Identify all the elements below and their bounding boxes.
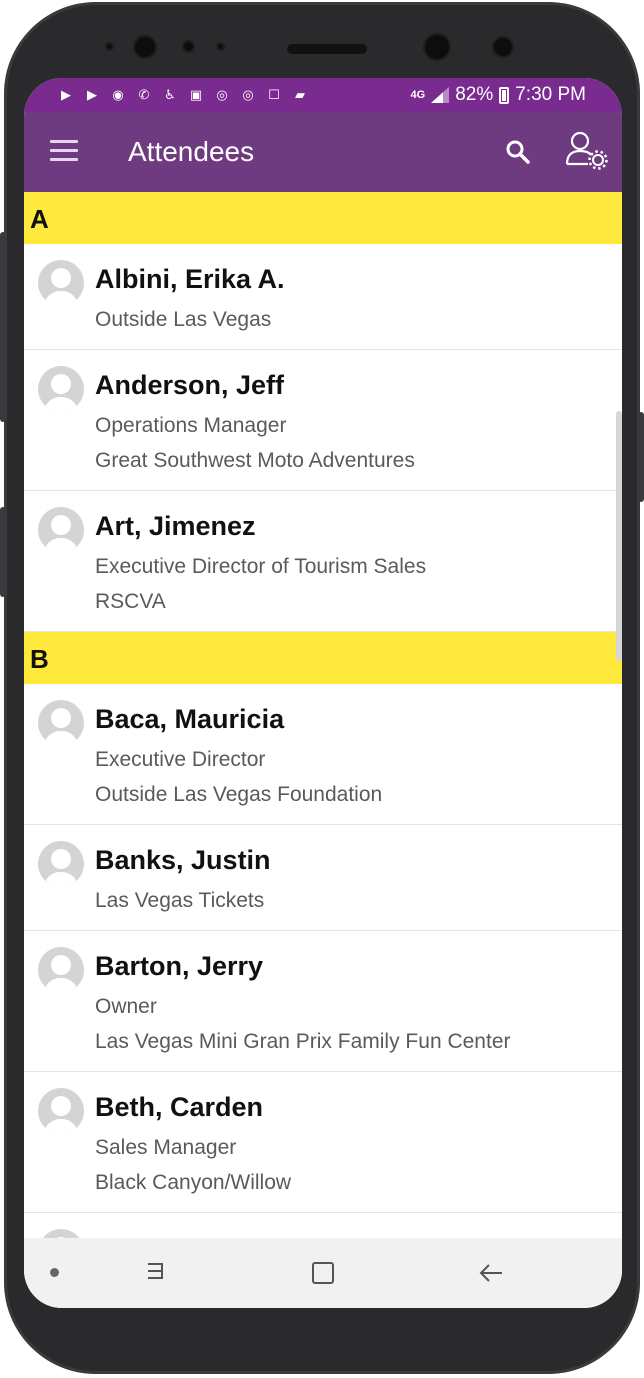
attendee-name: Albini, Erika A.	[95, 264, 285, 294]
notification-icons: ▶ ▶ ◉ ✆ ♿ ▣ ◎ ◎ ☐ ▰	[56, 86, 310, 104]
recent-apps-icon[interactable]	[140, 1258, 170, 1288]
bixby-button	[0, 507, 6, 597]
attendee-name: Anderson, Jeff	[95, 370, 285, 400]
avatar	[38, 260, 84, 306]
avatar	[38, 947, 84, 993]
attendee-row[interactable]: Banks, Justin Las Vegas Tickets	[24, 825, 622, 931]
page-title: Attendees	[128, 136, 255, 167]
attendee-organization: Las Vegas Mini Gran Prix Family Fun Cent…	[95, 1030, 511, 1053]
iris-camera	[492, 36, 514, 58]
instagram-icon: ◎	[242, 87, 254, 102]
iris-scanner	[423, 33, 451, 61]
search-icon[interactable]	[504, 138, 532, 166]
back-icon[interactable]	[476, 1258, 506, 1288]
attendee-name: Beth, Carden	[95, 1092, 264, 1122]
section-header-a: A	[24, 192, 622, 244]
app-screen: ▶ ▶ ◉ ✆ ♿ ▣ ◎ ◎ ☐ ▰ 4G 82% 7:30 PM Atten…	[24, 78, 622, 1308]
attendee-row[interactable]: Baca, Mauricia Executive Director Outsid…	[24, 684, 622, 825]
app-icon: ☐	[268, 87, 280, 102]
attendee-title: Operations Manager	[95, 414, 287, 437]
section-header-b: B	[24, 632, 622, 684]
attendee-organization: Outside Las Vegas Foundation	[95, 783, 383, 806]
sensor-dot	[105, 42, 114, 51]
avatar	[38, 841, 84, 887]
messenger-icon: ◉	[112, 87, 124, 102]
status-indicators: 4G 82% 7:30 PM	[411, 84, 586, 106]
avatar	[38, 507, 84, 553]
attendee-organization: RSCVA	[95, 590, 166, 613]
menu-icon[interactable]	[50, 140, 78, 162]
attendee-organization: Outside Las Vegas	[95, 308, 272, 331]
attendee-title: Sales Manager	[95, 1136, 237, 1159]
attendee-row[interactable]: Albini, Erika A. Outside Las Vegas	[24, 244, 622, 350]
attendee-title: Executive Director of Tourism Sales	[95, 555, 427, 578]
accessibility-icon: ♿	[164, 87, 176, 102]
earpiece-speaker	[287, 44, 367, 54]
avatar	[38, 700, 84, 746]
sensor-dot	[182, 40, 195, 53]
attendee-title: Owner	[95, 995, 157, 1018]
attendee-name: Art, Jimenez	[95, 511, 256, 541]
attendee-row[interactable]: Barton, Jerry Owner Las Vegas Mini Gran …	[24, 931, 622, 1072]
status-bar: ▶ ▶ ◉ ✆ ♿ ▣ ◎ ◎ ☐ ▰ 4G 82% 7:30 PM	[24, 78, 622, 112]
volume-button	[0, 232, 6, 422]
signal-icon	[431, 87, 450, 103]
missed-call-icon: ✆	[138, 87, 150, 102]
attendee-organization: Black Canyon/Willow	[95, 1171, 292, 1194]
attendee-name: Baca, Mauricia	[95, 704, 285, 734]
attendee-row[interactable]: Anderson, Jeff Operations Manager Great …	[24, 350, 622, 491]
clock: 7:30 PM	[515, 84, 586, 105]
section-letter: B	[30, 644, 49, 674]
home-icon[interactable]	[308, 1258, 338, 1288]
avatar	[38, 366, 84, 412]
user-settings-icon[interactable]	[564, 130, 610, 172]
attendee-row[interactable]: Art, Jimenez Executive Director of Touri…	[24, 491, 622, 632]
sensor-dot	[216, 42, 225, 51]
app-bar: Attendees	[24, 112, 622, 192]
attendee-organization: Great Southwest Moto Adventures	[95, 449, 415, 472]
scrollbar[interactable]	[616, 411, 622, 661]
image-icon: ▣	[189, 87, 203, 102]
network-type: 4G	[410, 89, 426, 101]
attendee-name: Barton, Jerry	[95, 951, 264, 981]
system-navigation-bar	[24, 1238, 622, 1308]
attendee-row[interactable]: Beth, Carden Sales Manager Black Canyon/…	[24, 1072, 622, 1213]
youtube-icon: ▶	[61, 87, 71, 102]
power-button	[638, 412, 644, 502]
attendee-list: A Albini, Erika A. Outside Las Vegas And…	[24, 192, 622, 1308]
phone-frame: ▶ ▶ ◉ ✆ ♿ ▣ ◎ ◎ ☐ ▰ 4G 82% 7:30 PM Atten…	[0, 2, 644, 1374]
attendee-title: Executive Director	[95, 748, 266, 771]
battery-percent: 82%	[455, 84, 494, 105]
front-camera	[133, 35, 157, 59]
attendee-name: Banks, Justin	[95, 845, 271, 875]
youtube-icon: ▶	[87, 87, 97, 102]
section-letter: A	[30, 204, 49, 234]
battery-icon	[499, 86, 510, 104]
message-icon: ▰	[295, 87, 305, 102]
attendee-organization: Las Vegas Tickets	[95, 889, 265, 912]
nav-dot-icon[interactable]	[50, 1268, 59, 1277]
avatar	[38, 1088, 84, 1134]
instagram-icon: ◎	[216, 87, 228, 102]
